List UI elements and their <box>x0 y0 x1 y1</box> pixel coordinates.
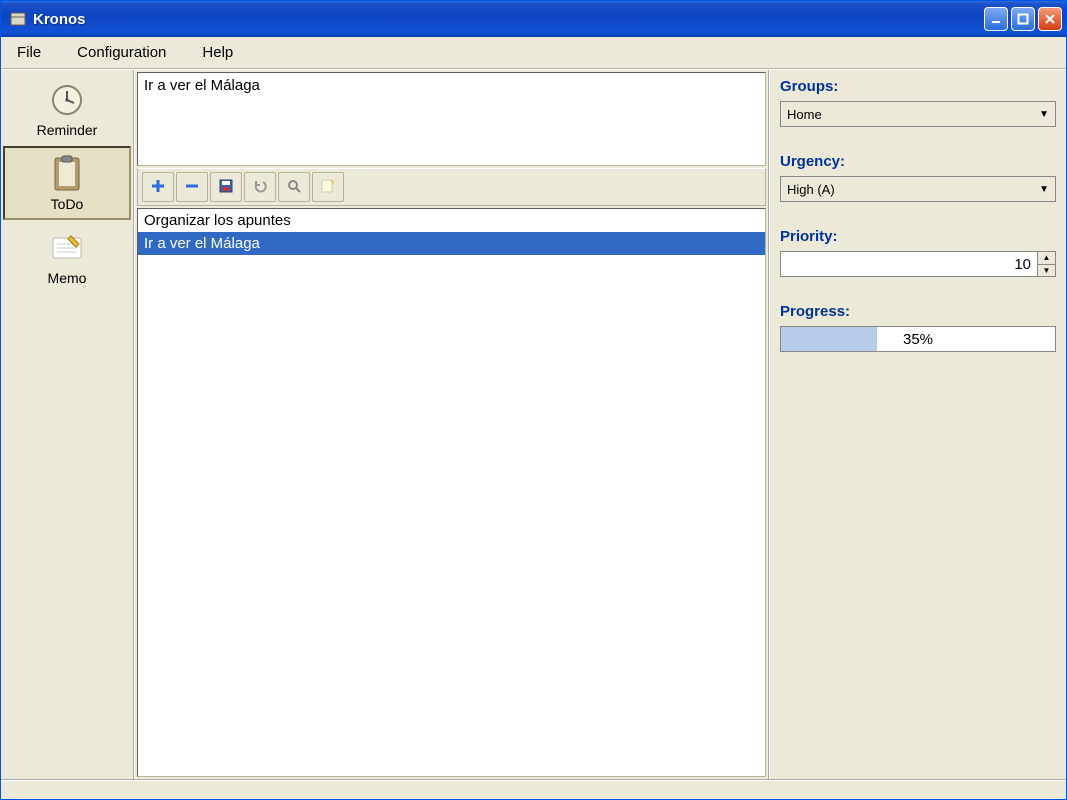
maximize-button[interactable] <box>1011 7 1035 31</box>
minus-icon <box>184 178 200 197</box>
window-controls <box>984 7 1062 31</box>
menu-help[interactable]: Help <box>194 40 241 65</box>
todo-list[interactable]: Organizar los apuntes Ir a ver el Málaga <box>137 208 766 777</box>
sidebar: Reminder ToDo <box>1 70 135 779</box>
note-icon <box>320 178 336 197</box>
content-area: Reminder ToDo <box>1 69 1066 779</box>
clock-icon <box>47 80 87 120</box>
groups-label: Groups: <box>780 78 1056 95</box>
progress-text: 35% <box>781 327 1055 351</box>
add-button[interactable] <box>142 172 174 202</box>
urgency-value: High (A) <box>787 182 835 197</box>
sidebar-item-memo[interactable]: Memo <box>3 220 131 294</box>
memo-icon <box>47 228 87 268</box>
groups-select[interactable]: Home ▼ <box>780 101 1056 127</box>
titlebar[interactable]: Kronos <box>1 1 1066 37</box>
priority-input[interactable] <box>781 252 1037 276</box>
new-note-button[interactable] <box>312 172 344 202</box>
priority-spinner[interactable]: ▲ ▼ <box>780 251 1056 277</box>
properties-panel: Groups: Home ▼ Urgency: High (A) ▼ Prior… <box>768 70 1066 779</box>
list-item[interactable]: Organizar los apuntes <box>138 209 765 232</box>
save-button[interactable] <box>210 172 242 202</box>
sidebar-item-reminder[interactable]: Reminder <box>3 72 131 146</box>
list-item[interactable]: Ir a ver el Málaga <box>138 232 765 255</box>
chevron-down-icon: ▼ <box>1039 109 1049 120</box>
magnifier-icon <box>286 178 302 197</box>
toolbar <box>137 168 766 206</box>
sidebar-item-todo[interactable]: ToDo <box>3 146 131 220</box>
window-title: Kronos <box>33 11 984 28</box>
sidebar-item-label: Reminder <box>37 122 98 138</box>
spinner-up-icon[interactable]: ▲ <box>1038 252 1055 265</box>
minimize-button[interactable] <box>984 7 1008 31</box>
progress-label: Progress: <box>780 303 1056 320</box>
chevron-down-icon: ▼ <box>1039 184 1049 195</box>
plus-icon <box>150 178 166 197</box>
main-panel: Ir a ver el Málaga <box>135 70 768 779</box>
detail-text[interactable]: Ir a ver el Málaga <box>137 72 766 166</box>
sidebar-item-label: ToDo <box>51 196 84 212</box>
statusbar <box>1 779 1066 799</box>
urgency-label: Urgency: <box>780 153 1056 170</box>
undo-icon <box>252 178 268 197</box>
search-button[interactable] <box>278 172 310 202</box>
floppy-icon <box>218 178 234 197</box>
menu-configuration[interactable]: Configuration <box>69 40 174 65</box>
remove-button[interactable] <box>176 172 208 202</box>
undo-button[interactable] <box>244 172 276 202</box>
clipboard-icon <box>47 154 87 194</box>
menu-file[interactable]: File <box>9 40 49 65</box>
spinner-down-icon[interactable]: ▼ <box>1038 265 1055 277</box>
groups-value: Home <box>787 107 822 122</box>
menubar: File Configuration Help <box>1 37 1066 69</box>
app-icon <box>9 10 27 28</box>
urgency-select[interactable]: High (A) ▼ <box>780 176 1056 202</box>
app-window: Kronos File Configuration Help <box>0 0 1067 800</box>
priority-label: Priority: <box>780 228 1056 245</box>
progress-bar[interactable]: 35% <box>780 326 1056 352</box>
close-button[interactable] <box>1038 7 1062 31</box>
sidebar-item-label: Memo <box>48 270 87 286</box>
